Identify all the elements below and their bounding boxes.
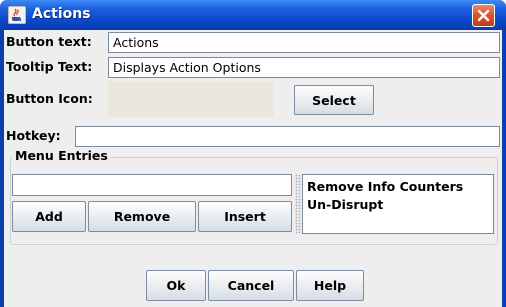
add-entry-button[interactable]: Add <box>12 201 86 232</box>
menu-entries-list[interactable]: Remove Info Counters Un-Disrupt <box>302 174 494 234</box>
menu-entry-input[interactable] <box>12 174 292 196</box>
tooltip-text-label: Tooltip Text: <box>6 59 93 74</box>
split-pane-divider[interactable] <box>295 174 301 234</box>
title-bar[interactable]: Actions <box>0 0 506 30</box>
button-icon-preview <box>108 81 274 117</box>
actions-dialog: Actions Button text: Actions Tooltip Tex… <box>0 0 506 307</box>
cancel-button[interactable]: Cancel <box>208 270 294 301</box>
list-item[interactable]: Un-Disrupt <box>307 196 489 214</box>
close-icon <box>477 9 490 22</box>
java-cup-icon <box>7 5 27 25</box>
hotkey-label: Hotkey: <box>6 128 61 143</box>
button-icon-label: Button Icon: <box>6 91 93 106</box>
hotkey-field[interactable] <box>75 126 500 147</box>
button-text-label: Button text: <box>6 34 92 49</box>
button-text-field[interactable]: Actions <box>108 32 500 53</box>
menu-entries-title: Menu Entries <box>12 148 111 163</box>
select-icon-button[interactable]: Select <box>294 85 374 115</box>
tooltip-text-field[interactable]: Displays Action Options <box>108 57 500 78</box>
remove-entry-button[interactable]: Remove <box>88 201 196 232</box>
insert-entry-button[interactable]: Insert <box>198 201 292 232</box>
dialog-body: Button text: Actions Tooltip Text: Displ… <box>4 30 502 307</box>
help-button[interactable]: Help <box>296 270 364 301</box>
window-title: Actions <box>32 6 91 22</box>
ok-button[interactable]: Ok <box>146 270 206 301</box>
list-item[interactable]: Remove Info Counters <box>307 178 489 196</box>
close-button[interactable] <box>472 4 495 27</box>
